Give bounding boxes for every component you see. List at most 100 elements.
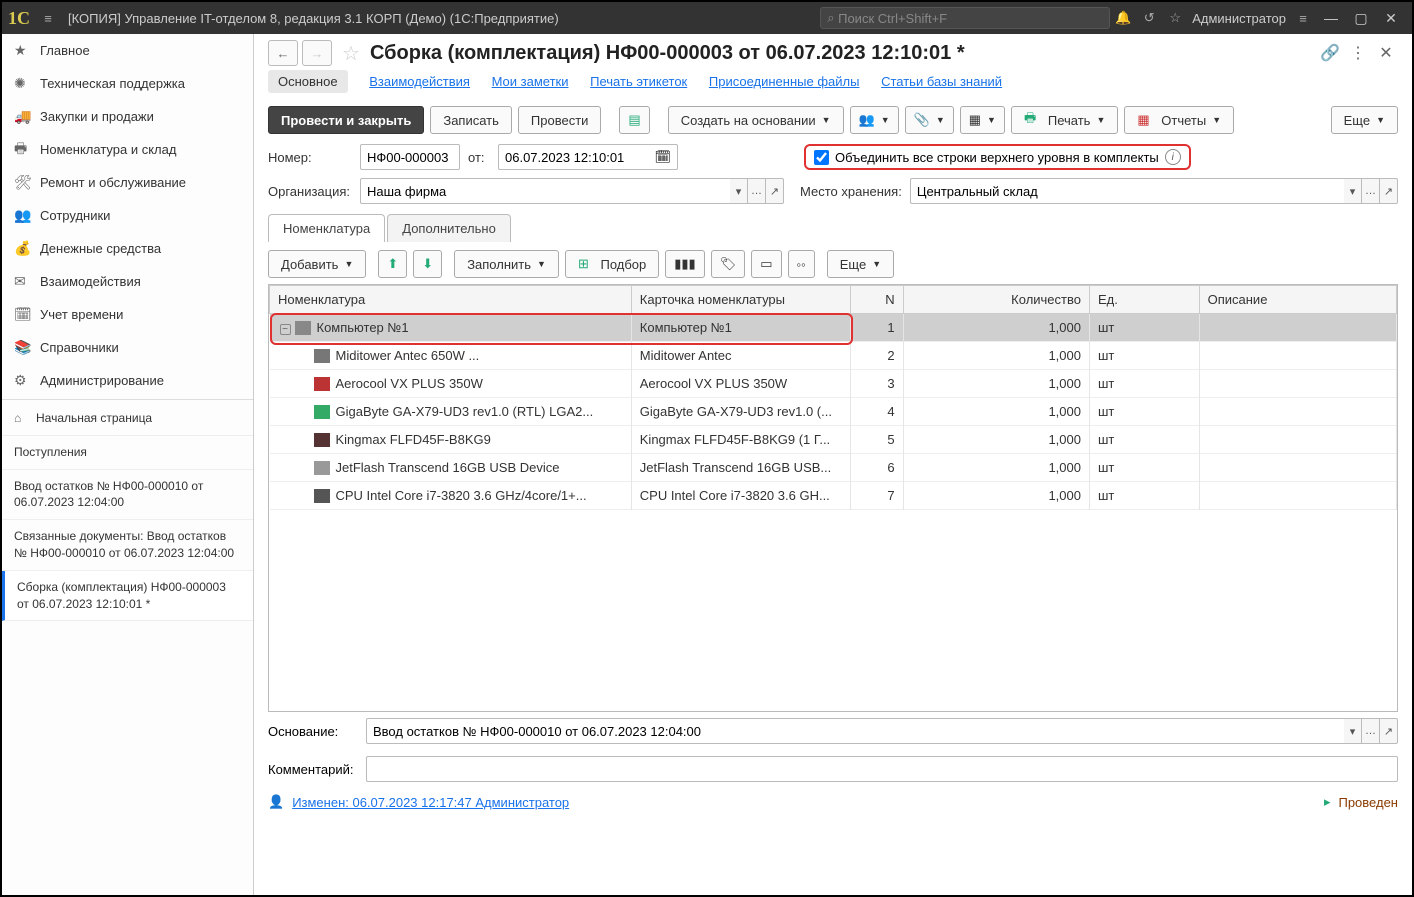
org-open-button[interactable]: ↗ (766, 178, 784, 204)
sidebar-item-10[interactable]: ⚙Администрирование (2, 364, 253, 397)
table-row[interactable]: Aerocool VX PLUS 350W Aerocool VX PLUS 3… (270, 370, 1397, 398)
add-row-button[interactable]: Добавить▼ (268, 250, 366, 278)
combine-checkbox[interactable] (814, 150, 829, 165)
sidebar-item-6[interactable]: 💰Денежные средства (2, 232, 253, 265)
info-icon[interactable]: i (1165, 149, 1181, 165)
structure-button[interactable]: ◦◦ (788, 250, 815, 278)
reports-button[interactable]: ▦ Отчеты▼ (1124, 106, 1234, 134)
col-qty[interactable]: Количество (903, 286, 1089, 314)
item-icon (314, 377, 330, 391)
close-document-button[interactable]: ✕ (1374, 43, 1398, 63)
col-card[interactable]: Карточка номенклатуры (631, 286, 850, 314)
storage-pick-button[interactable]: … (1362, 178, 1380, 204)
tab-main[interactable]: Основное (268, 70, 348, 93)
sidebar-item-0[interactable]: ★Главное (2, 34, 253, 67)
star-icon[interactable]: ☆ (1162, 10, 1188, 26)
doc-icon-button[interactable]: ▤ (619, 106, 649, 134)
basis-field[interactable]: Ввод остатков № НФ00-000010 от 06.07.202… (366, 718, 1344, 744)
close-button[interactable]: ✕ (1376, 10, 1406, 27)
table-row[interactable]: CPU Intel Core i7-3820 3.6 GHz/4core/1+.… (270, 482, 1397, 510)
basis-dropdown-button[interactable]: ▾ (1344, 718, 1362, 744)
expand-icon[interactable]: − (280, 324, 291, 335)
post-and-close-button[interactable]: Провести и закрыть (268, 106, 424, 134)
user-name[interactable]: Администратор (1188, 11, 1290, 26)
forward-button[interactable]: → (302, 40, 332, 66)
recent-item-2[interactable]: Связанные документы: Ввод остатков № НФ0… (2, 520, 253, 571)
recent-item-0[interactable]: Поступления (2, 436, 253, 470)
sidebar-item-7[interactable]: ✉Взаимодействия (2, 265, 253, 298)
sidebar-item-1[interactable]: ✺Техническая поддержка (2, 67, 253, 100)
subtab-additional[interactable]: Дополнительно (387, 214, 511, 242)
tab-kb[interactable]: Статьи базы знаний (881, 74, 1002, 89)
tab-labels[interactable]: Печать этикеток (590, 74, 687, 89)
sidebar-item-3[interactable]: 🖶Номенклатура и склад (2, 133, 253, 166)
maximize-button[interactable]: ▢ (1346, 10, 1376, 27)
users-button[interactable]: 👥▼ (850, 106, 899, 134)
tab-notes[interactable]: Мои заметки (492, 74, 569, 89)
table-row[interactable]: Miditower Antec 650W ... Miditower Antec… (270, 342, 1397, 370)
pick-button[interactable]: ⊞ Подбор (565, 250, 659, 278)
number-field[interactable]: НФ00-000003 (360, 144, 460, 170)
tab-interactions[interactable]: Взаимодействия (369, 74, 470, 89)
item-icon (314, 489, 330, 503)
sidebar-item-2[interactable]: 🚚Закупки и продажи (2, 100, 253, 133)
item-icon (314, 405, 330, 419)
barcode-button[interactable]: ▮▮▮ (665, 250, 704, 278)
sidebar-item-4[interactable]: 🛠Ремонт и обслуживание (2, 166, 253, 199)
table-row[interactable]: Kingmax FLFD45F-B8KG9 Kingmax FLFD45F-B8… (270, 426, 1397, 454)
sidebar-item-9[interactable]: 📚Справочники (2, 331, 253, 364)
create-based-button[interactable]: Создать на основании▼ (668, 106, 844, 134)
settings-icon[interactable]: ≡ (1290, 11, 1316, 26)
col-unit[interactable]: Ед. (1089, 286, 1199, 314)
basis-pick-button[interactable]: … (1362, 718, 1380, 744)
write-button[interactable]: Записать (430, 106, 512, 134)
scan-button[interactable]: ▭ (751, 250, 781, 278)
table-more-button[interactable]: Еще▼ (827, 250, 894, 278)
back-button[interactable]: ← (268, 40, 298, 66)
items-table[interactable]: Номенклатура Карточка номенклатуры N Кол… (268, 284, 1398, 712)
minimize-button[interactable]: — (1316, 10, 1346, 26)
link-icon[interactable]: 🔗 (1318, 43, 1342, 63)
favorite-icon[interactable]: ☆ (342, 41, 360, 66)
tag-button[interactable]: 🏷 (711, 250, 746, 278)
move-up-button[interactable]: ⬆ (378, 250, 407, 278)
menu-icon[interactable]: ≡ (36, 11, 60, 26)
calendar-icon[interactable]: 🗓 (654, 149, 671, 165)
org-field[interactable]: Наша фирма (360, 178, 730, 204)
sidebar-item-8[interactable]: 🗓Учет времени (2, 298, 253, 331)
attach-button[interactable]: 📎▼ (905, 106, 954, 134)
org-pick-button[interactable]: … (748, 178, 766, 204)
table-row[interactable]: JetFlash Transcend 16GB USB Device JetFl… (270, 454, 1397, 482)
more-icon[interactable]: ⋮ (1346, 43, 1370, 63)
recent-item-3[interactable]: Сборка (комплектация) НФ00-000003 от 06.… (2, 571, 253, 622)
post-button[interactable]: Провести (518, 106, 602, 134)
org-dropdown-button[interactable]: ▾ (730, 178, 748, 204)
col-n[interactable]: N (851, 286, 904, 314)
global-search[interactable]: ⌕ Поиск Ctrl+Shift+F (820, 7, 1110, 29)
subtab-nomenclature[interactable]: Номенклатура (268, 214, 385, 242)
storage-field[interactable]: Центральный склад (910, 178, 1344, 204)
move-down-button[interactable]: ⬇ (413, 250, 442, 278)
recent-item-1[interactable]: Ввод остатков № НФ00-000010 от 06.07.202… (2, 470, 253, 521)
fill-button[interactable]: Заполнить▼ (454, 250, 559, 278)
col-nomenclature[interactable]: Номенклатура (270, 286, 632, 314)
document-toolbar: Провести и закрыть Записать Провести ▤ С… (254, 100, 1412, 140)
more-button[interactable]: Еще▼ (1331, 106, 1398, 134)
item-icon (314, 461, 330, 475)
tab-files[interactable]: Присоединенные файлы (709, 74, 860, 89)
changed-link[interactable]: Изменен: 06.07.2023 12:17:47 Администрат… (292, 795, 569, 810)
table-row[interactable]: −Компьютер №1 Компьютер №1 1 1,000 шт (270, 314, 1397, 342)
history-icon[interactable]: ↺ (1136, 10, 1162, 26)
sidebar-item-5[interactable]: 👥Сотрудники (2, 199, 253, 232)
col-desc[interactable]: Описание (1199, 286, 1396, 314)
list-button[interactable]: ▦▼ (960, 106, 1005, 134)
basis-open-button[interactable]: ↗ (1380, 718, 1398, 744)
storage-dropdown-button[interactable]: ▾ (1344, 178, 1362, 204)
bell-icon[interactable]: 🔔 (1110, 10, 1136, 26)
date-field[interactable]: 06.07.2023 12:10:01 🗓 (498, 144, 678, 170)
storage-open-button[interactable]: ↗ (1380, 178, 1398, 204)
print-button[interactable]: 🖶 Печать▼ (1011, 106, 1118, 134)
table-row[interactable]: GigaByte GA-X79-UD3 rev1.0 (RTL) LGA2...… (270, 398, 1397, 426)
comment-field[interactable] (366, 756, 1398, 782)
home-page-link[interactable]: ⌂ Начальная страница (2, 402, 253, 436)
